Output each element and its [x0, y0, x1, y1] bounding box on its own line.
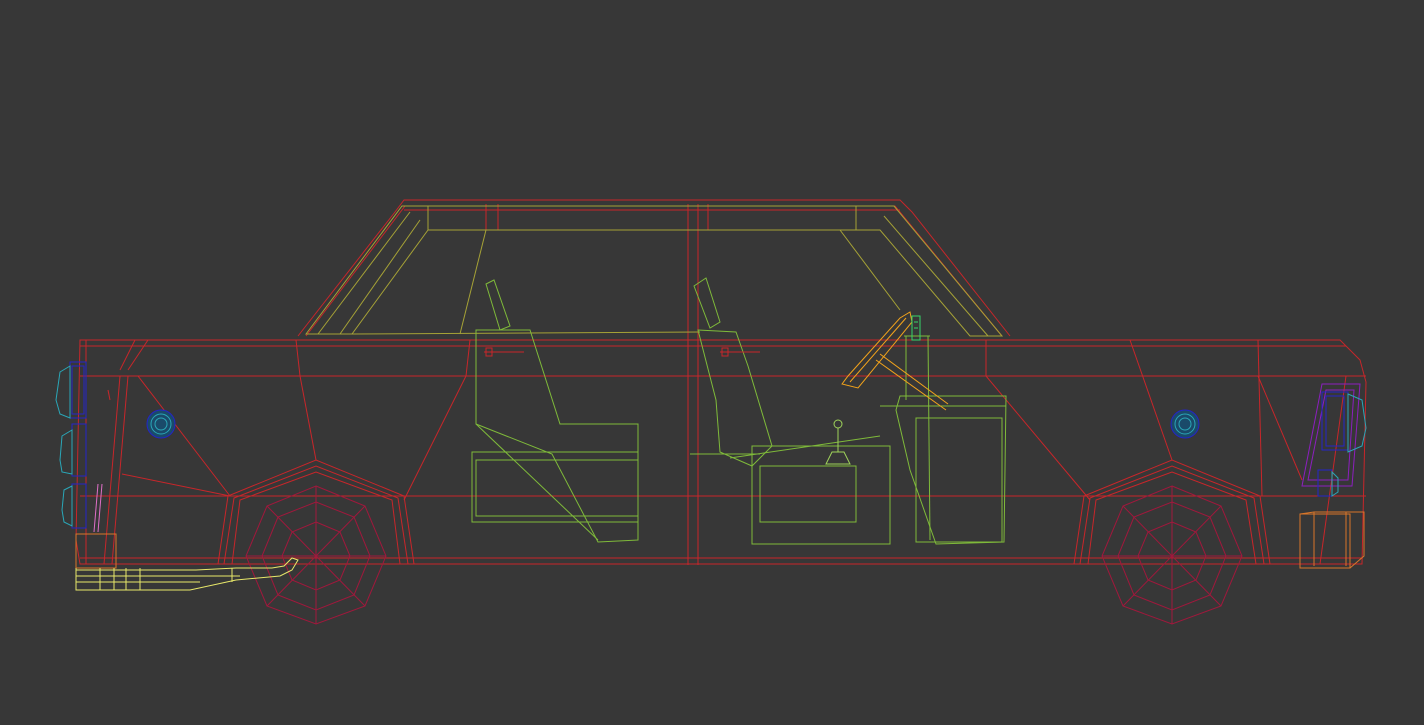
- gear-shifter[interactable]: [825, 419, 851, 465]
- car-wireframe[interactable]: [0, 0, 1424, 725]
- front-seat: [690, 277, 891, 545]
- dashboard: [880, 335, 1007, 545]
- 3d-viewport[interactable]: [0, 0, 1424, 725]
- steering-wheel[interactable]: [841, 311, 949, 411]
- side-marker-front: [146, 409, 176, 439]
- roof-wireframe: [297, 199, 1011, 565]
- rear-seat: [471, 279, 639, 543]
- door-handles[interactable]: [484, 347, 760, 357]
- front-wheel[interactable]: [245, 485, 387, 625]
- right-end-lights: [1299, 383, 1367, 569]
- window-frames: [305, 205, 1004, 337]
- side-marker-rear: [1170, 409, 1200, 439]
- rear-wheel[interactable]: [1101, 485, 1243, 625]
